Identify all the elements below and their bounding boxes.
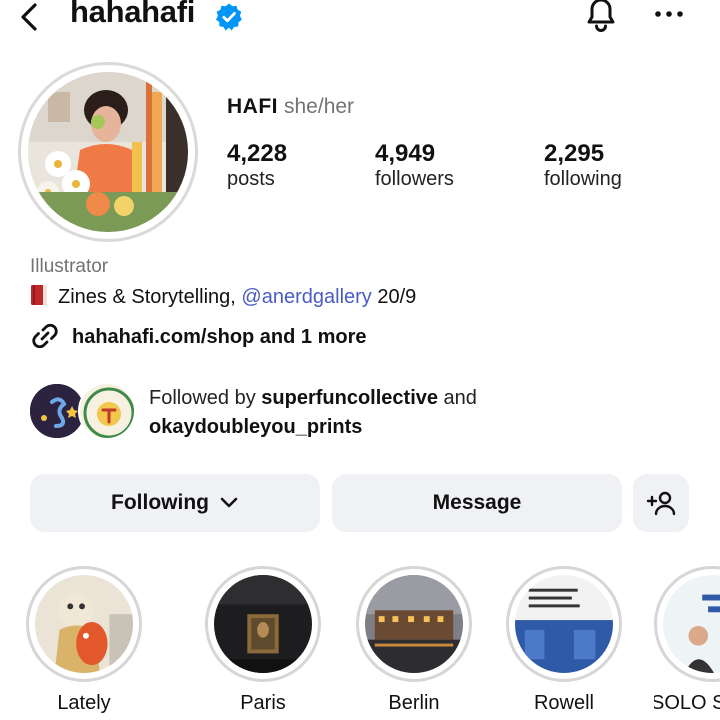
add-user-button[interactable] [633,474,689,532]
message-button[interactable]: Message [332,474,622,532]
stat-value: 4,949 [375,140,436,167]
highlight-cover [515,575,613,673]
link-icon [30,322,60,350]
profile-username: hahahafi [70,0,196,29]
profile-category: Illustrator [30,256,109,277]
highlight-berlin[interactable]: Berlin [354,566,474,715]
highlight-lately[interactable]: Lately [24,566,144,715]
avatar-photo [28,72,188,232]
follower-avatar-okaydoubleyou[interactable] [78,382,136,440]
bio-text: Zines & Storytelling, @anerdgallery 20/9 [30,284,416,309]
highlight-ring [26,566,142,682]
highlight-label: Rowell [533,692,595,714]
highlight-ring [654,566,720,682]
followed-by-text: Followed by superfuncollective and okayd… [149,384,477,442]
stat-value: 4,228 [227,140,288,167]
red-book-icon [30,284,48,306]
highlight-label: Berlin [388,692,440,714]
highlight-ring [506,566,622,682]
stat-followers[interactable]: 4,949 followers [375,140,454,191]
followed-by-user-link[interactable]: okaydoubleyou_prints [149,416,362,438]
followed-by-prefix: Followed by [149,387,262,409]
bio-mention-link[interactable]: @anerdgallery [241,286,371,308]
stat-label: posts [227,168,275,190]
back-chevron-icon[interactable] [14,2,44,32]
highlight-cover [214,575,312,673]
highlight-label: SOLO S [654,692,720,714]
stat-label: following [544,168,622,190]
link-text: hahahafi.com/shop and 1 more [72,326,367,348]
highlight-cover [365,575,463,673]
verified-badge-icon [214,2,244,32]
bell-icon[interactable] [582,0,620,34]
add-user-icon [646,491,676,516]
highlight-ring [205,566,321,682]
external-link[interactable]: hahahafi.com/shop and 1 more [30,322,367,350]
highlight-ring [356,566,472,682]
profile-avatar[interactable] [18,62,198,242]
message-label: Message [432,491,522,514]
more-options-icon[interactable] [652,4,686,24]
stat-posts[interactable]: 4,228 posts [227,140,287,191]
stat-label: followers [375,168,454,190]
followed-by-conjunction: and [438,387,477,409]
highlight-cover [663,575,720,673]
highlight-cover [35,575,133,673]
pronouns: she/her [284,95,355,118]
highlight-label: Paris [240,692,286,714]
following-label: Following [111,491,209,514]
following-button[interactable]: Following [30,474,320,532]
bio-suffix: 20/9 [371,286,417,308]
highlight-solo[interactable]: SOLO S [654,566,720,715]
display-name: HAFI [227,95,278,118]
bio-description: Zines & Storytelling, [58,286,242,308]
followed-by-user-link[interactable]: superfuncollective [261,387,438,409]
highlight-rowell[interactable]: Rowell [504,566,624,715]
stat-value: 2,295 [544,140,605,167]
highlight-label: Lately [57,692,111,714]
highlight-paris[interactable]: Paris [203,566,323,715]
stat-following[interactable]: 2,295 following [544,140,622,191]
chevron-down-icon [220,497,238,508]
